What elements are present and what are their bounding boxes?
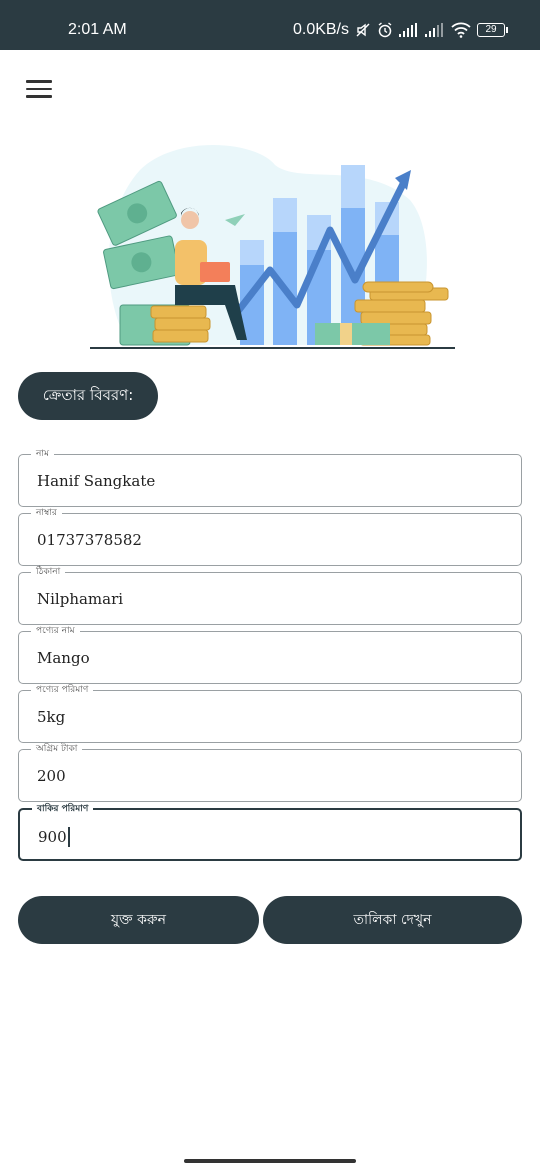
view-list-button[interactable]: তালিকা দেখুন [263, 896, 522, 944]
due-amount-field[interactable]: বাকির পরিমাণ 900 [18, 803, 522, 861]
signal-icon [399, 23, 417, 37]
signal-icon-2 [425, 23, 443, 37]
advance-amount-field[interactable]: অগ্রিম টাকা 200 [18, 743, 522, 802]
alarm-icon [378, 22, 392, 38]
product-quantity-field-label: পণ্যের পরিমাণ [31, 684, 94, 696]
text-caret [67, 827, 70, 847]
finance-illustration [90, 145, 455, 349]
due-amount-field-label: বাকির পরিমাণ [32, 803, 94, 815]
name-field-label: নাম [31, 448, 54, 460]
status-time: 2:01 AM [68, 21, 127, 38]
number-field[interactable]: নাম্বার 01737378582 [18, 507, 522, 566]
customer-details-chip[interactable]: ক্রেতার বিবরণ: [18, 372, 158, 420]
address-field-value: Nilphamari [37, 590, 124, 608]
product-quantity-field-value: 5kg [37, 708, 66, 726]
advance-amount-field-label: অগ্রিম টাকা [31, 743, 83, 755]
battery-level: 29 [477, 23, 505, 37]
home-indicator[interactable] [184, 1159, 356, 1163]
number-field-label: নাম্বার [31, 507, 62, 519]
product-name-field[interactable]: পণ্যের নাম Mango [18, 625, 522, 684]
advance-amount-field-value: 200 [37, 767, 66, 785]
wifi-icon [451, 22, 471, 38]
address-field[interactable]: ঠিকানা Nilphamari [18, 566, 522, 625]
address-field-label: ঠিকানা [31, 566, 66, 578]
name-field-value: Hanif Sangkate [37, 472, 156, 490]
due-amount-field-value: 900 [38, 828, 67, 846]
number-field-value: 01737378582 [37, 531, 142, 549]
add-button[interactable]: যুক্ত করুন [18, 896, 259, 944]
network-speed: 0.0KB/s [292, 21, 349, 38]
due-amount-field-value-wrap: 900 [38, 827, 70, 847]
mute-icon [356, 23, 370, 37]
name-field[interactable]: নাম Hanif Sangkate [18, 448, 522, 507]
product-name-field-value: Mango [37, 649, 90, 667]
status-bar: 2:01 AM 0.0KB/s 29 [0, 0, 540, 50]
product-quantity-field[interactable]: পণ্যের পরিমাণ 5kg [18, 684, 522, 743]
status-icons: 0.0KB/s 29 [293, 21, 508, 39]
battery-icon: 29 [477, 23, 508, 37]
product-name-field-label: পণ্যের নাম [31, 625, 80, 637]
hamburger-icon[interactable] [26, 80, 52, 98]
